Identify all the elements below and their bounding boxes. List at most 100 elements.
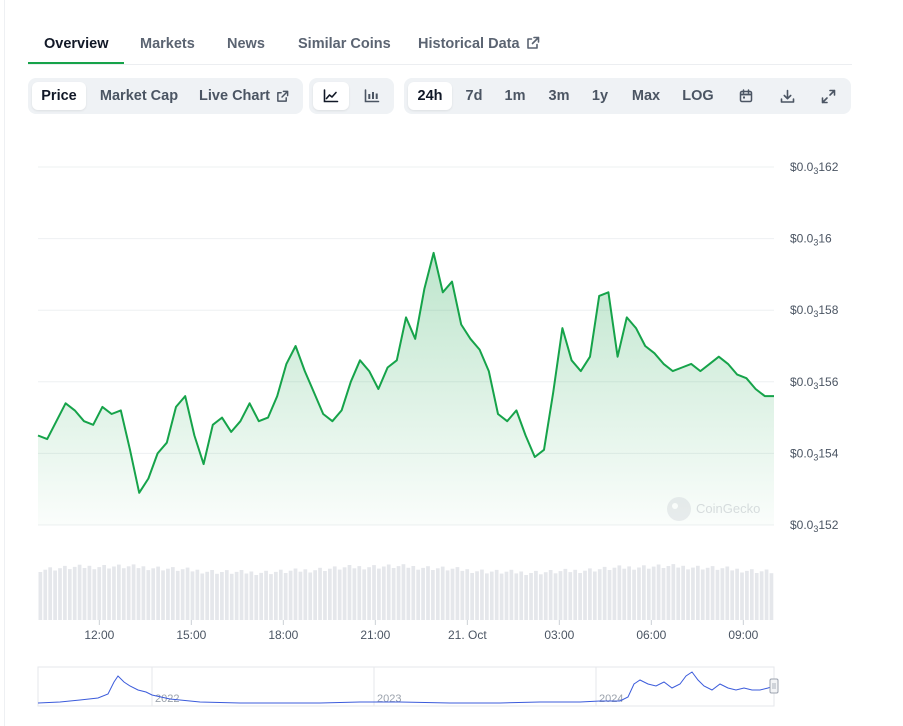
x-tick-label: 12:00: [84, 628, 114, 642]
volume-bar: [534, 570, 538, 620]
volume-bar: [298, 571, 303, 620]
volume-bar: [136, 568, 141, 620]
volume-bar: [151, 568, 156, 620]
volume-bar: [63, 565, 67, 620]
volume-bar: [72, 566, 77, 620]
volume-bar: [347, 565, 352, 620]
volume-bar: [180, 569, 185, 620]
volume-bar: [274, 571, 278, 620]
volume-bar: [691, 567, 695, 620]
volume-bar: [440, 566, 445, 620]
volume-bar: [170, 567, 175, 620]
volume-bar: [642, 565, 646, 620]
volume-bar: [215, 573, 219, 620]
volume-bar: [175, 570, 180, 620]
volume-bar: [146, 570, 151, 620]
volume-bar: [48, 567, 53, 620]
volume-bar: [588, 568, 592, 620]
volume-bar: [377, 568, 381, 620]
volume-bar: [538, 574, 543, 620]
volume-bar: [460, 570, 465, 620]
y-tick-label: $0.03154: [790, 446, 839, 462]
volume-bar: [121, 568, 126, 620]
x-tick-label: 06:00: [636, 628, 666, 642]
volume-bar: [720, 568, 725, 620]
volume-bar: [602, 566, 607, 620]
x-axis-labels: 12:00 15:00 18:00 21:00 21. Oct 03:00 06:00 09:…: [84, 620, 759, 642]
volume-bar: [705, 567, 710, 620]
volume-bar: [578, 573, 582, 620]
volume-bar: [259, 572, 264, 620]
volume-bar: [53, 570, 57, 620]
volume-bar: [205, 571, 210, 620]
volume-bar: [710, 566, 715, 620]
volume-bar: [529, 573, 533, 620]
volume-bar: [583, 570, 587, 620]
volume-bar: [568, 572, 573, 620]
volume-bar: [686, 569, 690, 620]
volume-bar: [254, 575, 259, 620]
volume-bar: [426, 566, 430, 620]
x-tick-label: 21. Oct: [448, 628, 487, 642]
volume-bar: [563, 568, 568, 620]
volume-bar: [681, 565, 685, 620]
volume-bar: [308, 572, 313, 620]
volume-bar: [754, 573, 759, 620]
navigator-year-label: 2022: [155, 693, 179, 705]
volume-bar: [735, 568, 739, 620]
volume-bar: [465, 569, 470, 620]
volume-bar: [759, 571, 764, 620]
volume-bar: [102, 565, 106, 620]
x-tick-label: 18:00: [268, 628, 298, 642]
y-tick-label: $0.03162: [790, 160, 839, 176]
volume-bar: [617, 565, 622, 620]
volume-bar: [131, 564, 136, 620]
volume-bar: [293, 568, 298, 620]
volume-bar: [396, 566, 401, 620]
volume-bar: [725, 566, 730, 620]
volume-bar: [38, 572, 43, 620]
volume-bar: [573, 569, 578, 620]
volume-bar: [195, 569, 200, 620]
volume-bar: [156, 566, 160, 620]
volume-bar: [499, 573, 504, 620]
volume-bar: [519, 571, 524, 620]
navigator-handle[interactable]: [769, 678, 779, 694]
volume-bar: [445, 570, 450, 620]
price-area: [38, 252, 774, 525]
volume-bar: [77, 564, 82, 620]
volume-bar: [190, 571, 195, 620]
volume-bar: [406, 567, 411, 620]
volume-bar: [97, 567, 102, 620]
volume-bar: [303, 569, 308, 620]
volume-bar: [475, 571, 479, 620]
volume-bar: [715, 569, 720, 620]
volume-bar: [509, 569, 514, 620]
x-tick-label: 21:00: [360, 628, 390, 642]
volume-bar: [632, 569, 636, 620]
price-chart[interactable]: $0.03162 $0.0316 $0.03158 $0.03156 $0.03154 $…: [0, 0, 903, 726]
volume-bar: [485, 573, 489, 620]
range-navigator[interactable]: 2022 2023 2024: [37, 666, 779, 707]
x-tick-label: 09:00: [728, 628, 758, 642]
volume-bars: [38, 564, 774, 620]
volume-bar: [87, 565, 92, 620]
volume-bar: [543, 572, 548, 620]
volume-bar: [372, 565, 376, 620]
x-tick-label: 15:00: [176, 628, 206, 642]
volume-bar: [67, 569, 72, 620]
volume-bar: [661, 568, 666, 620]
volume-bar: [264, 570, 268, 620]
volume-bar: [367, 567, 371, 620]
volume-bar: [283, 573, 288, 620]
volume-bar: [82, 568, 87, 620]
volume-bar: [401, 564, 406, 620]
volume-bar: [480, 569, 484, 620]
y-tick-label: $0.0316: [790, 232, 832, 248]
volume-bar: [386, 564, 391, 620]
volume-bar: [666, 566, 671, 620]
volume-bar: [411, 566, 416, 620]
volume-bar: [342, 567, 347, 620]
volume-bar: [764, 569, 769, 620]
volume-bar: [514, 573, 519, 620]
